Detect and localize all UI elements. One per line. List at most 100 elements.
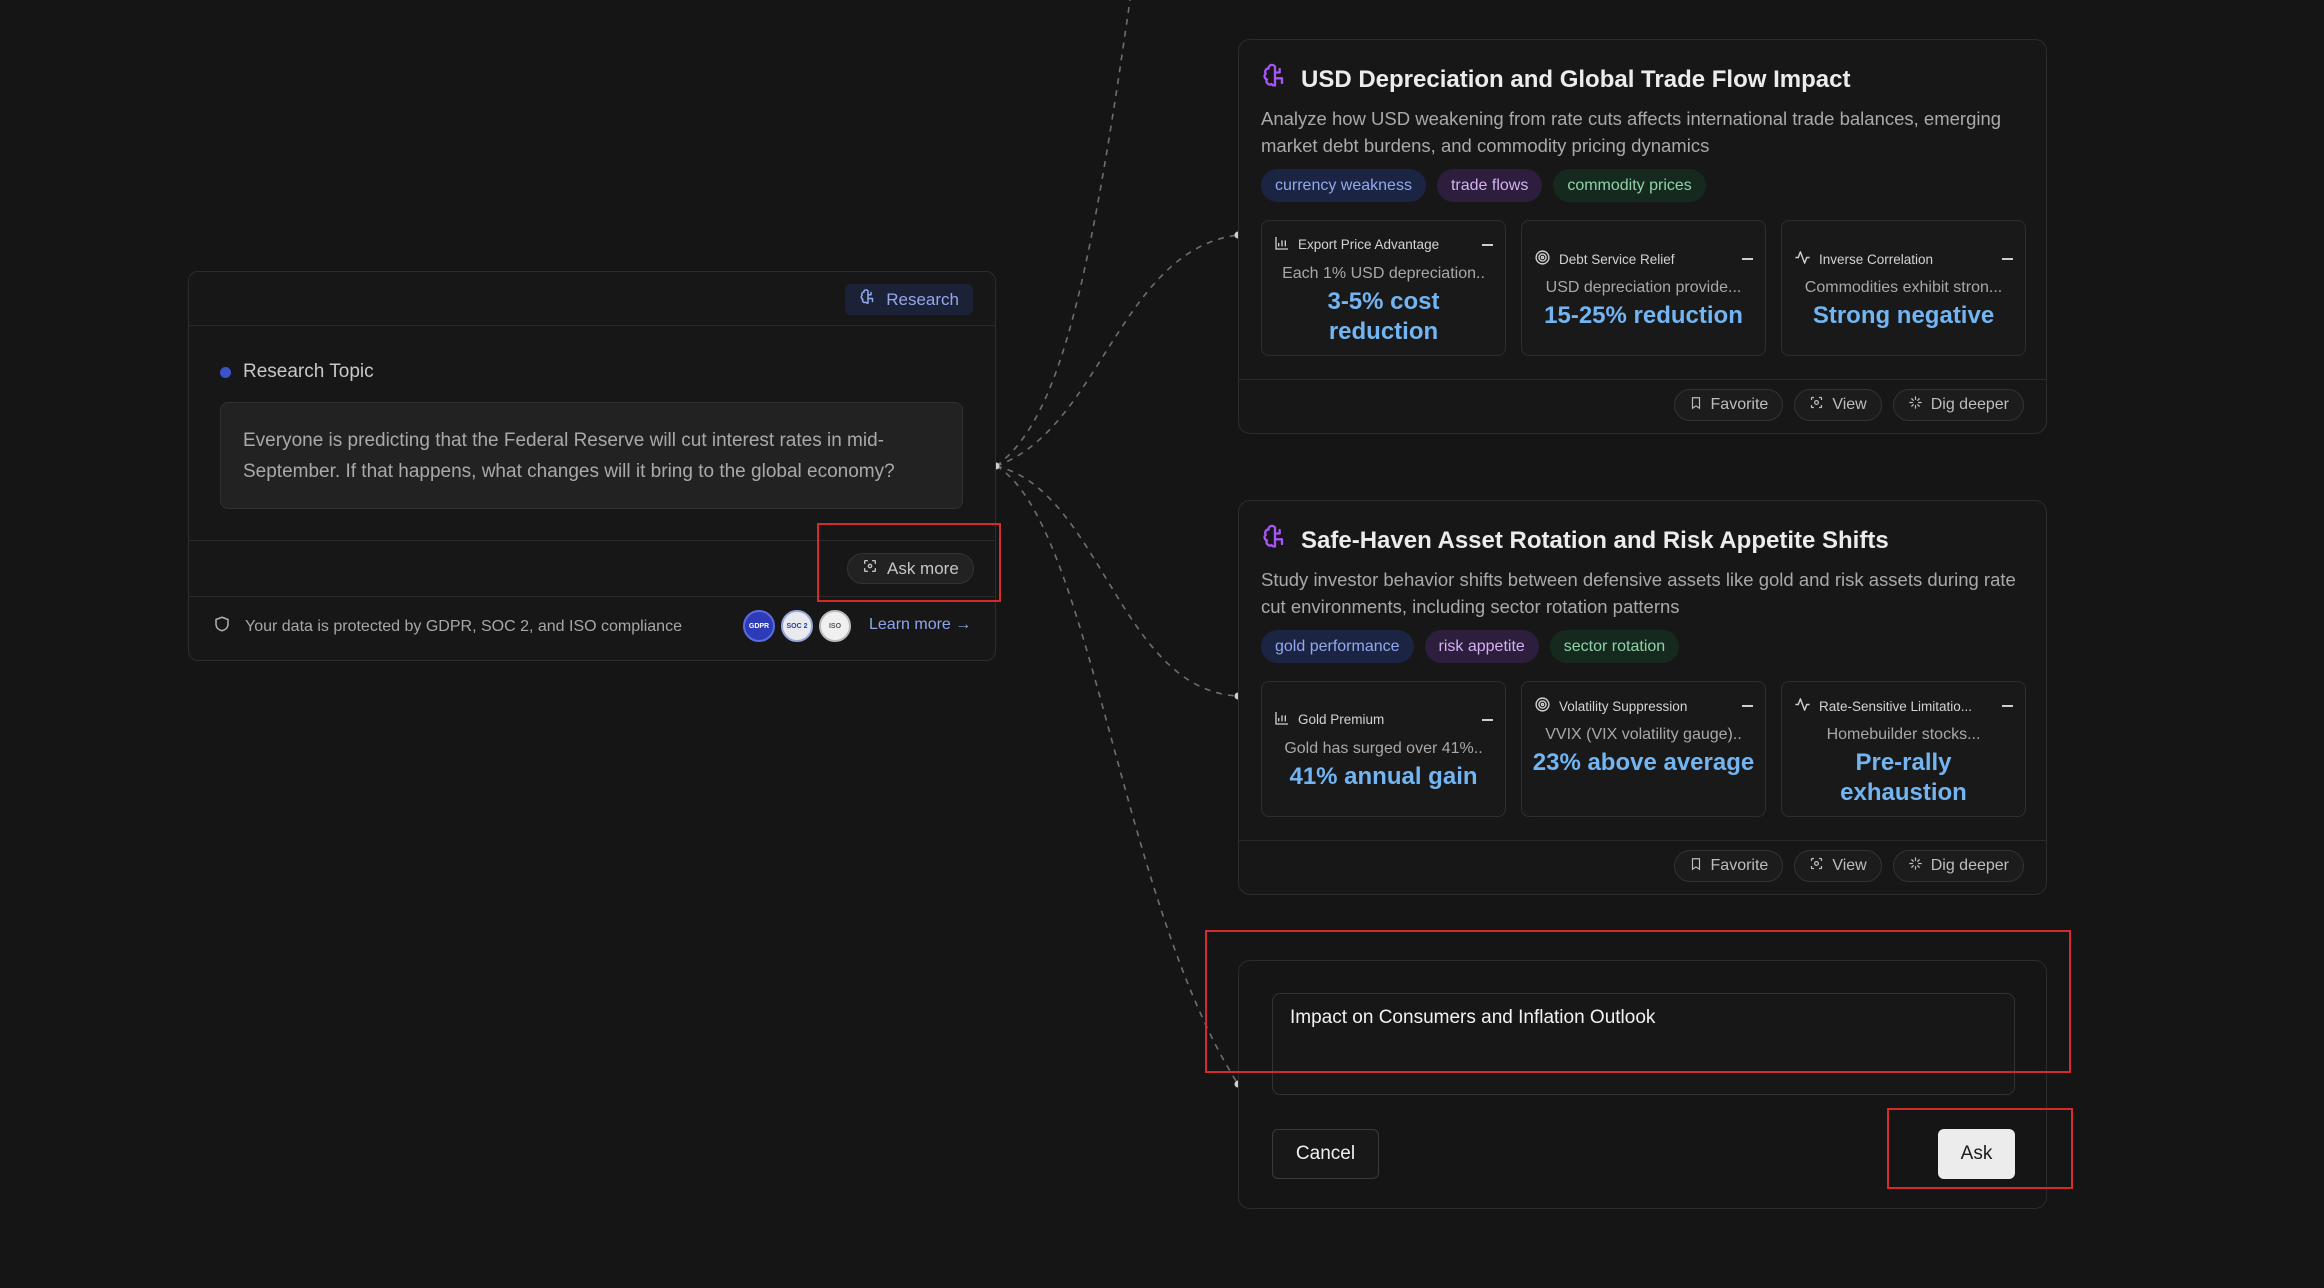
result-card: Safe-Haven Asset Rotation and Risk Appet… [1238,500,2047,895]
dig-deeper-label: Dig deeper [1930,396,2009,413]
bar-chart-icon [1274,710,1290,729]
card-title-text: USD Depreciation and Global Trade Flow I… [1301,65,1851,93]
divider [189,596,995,597]
ask-more-button[interactable]: Ask more [847,553,974,584]
view-icon [1809,395,1824,415]
soc2-badge-icon: SOC 2 [781,610,813,642]
tag-list: gold performance risk appetite sector ro… [1261,630,1680,663]
divider [1239,840,2046,841]
card-description: Analyze how USD weakening from rate cuts… [1261,108,2002,156]
tag[interactable]: sector rotation [1549,630,1680,663]
collapse-icon[interactable] [1742,258,1753,260]
brain-icon [859,288,877,311]
question-input[interactable]: Impact on Consumers and Inflation Outloo… [1272,993,2015,1095]
tag[interactable]: currency weakness [1261,169,1426,202]
brain-icon [1261,523,1289,558]
card-description: Study investor behavior shifts between d… [1261,569,2016,617]
metric-subtitle: Commodities exhibit stron... [1804,279,2003,296]
metric-subtitle: Each 1% USD depreciation.. [1282,265,1485,282]
card-actions: Favorite View Dig deeper [1673,389,2024,421]
metric-value: 41% annual gain [1289,763,1478,790]
gdpr-badge-icon: GDPR [743,610,775,642]
activity-icon [1794,696,1811,716]
metric-name: Volatility Suppression [1559,698,1688,714]
favorite-label: Favorite [1710,396,1769,413]
scan-icon [862,558,878,579]
compliance-badges: GDPR SOC 2 ISO [743,610,851,642]
view-button[interactable]: View [1794,850,1882,882]
research-topic-label: Research Topic [220,361,374,383]
cancel-button[interactable]: Cancel [1272,1129,1379,1179]
metric-name: Gold Premium [1298,712,1385,727]
sparkle-icon [1908,856,1923,876]
card-title: Safe-Haven Asset Rotation and Risk Appet… [1261,523,1889,558]
metric-value: 3-5% cost reduction [1327,288,1440,345]
divider [189,540,995,541]
metric-list: Gold Premium Gold has surged over 41%.. … [1261,681,2026,817]
collapse-icon[interactable] [1482,718,1493,721]
collapse-icon[interactable] [2002,705,2013,707]
brain-icon [1261,62,1289,97]
view-label: View [1832,396,1867,413]
bookmark-icon [1689,857,1703,876]
metric-list: Export Price Advantage Each 1% USD depre… [1261,220,2026,356]
activity-icon [1794,249,1811,269]
topic-label-text: Research Topic [243,361,374,382]
metric-card[interactable]: Rate-Sensitive Limitatio... Homebuilder … [1781,681,2026,817]
dig-deeper-label: Dig deeper [1930,857,2009,874]
metric-subtitle: Homebuilder stocks... [1826,726,1981,743]
iso-badge-icon: ISO [819,610,851,642]
tag[interactable]: gold performance [1261,630,1414,663]
metric-value: Pre-rally exhaustion [1840,749,1967,806]
favorite-button[interactable]: Favorite [1673,389,1784,421]
divider [1239,379,2046,380]
ask-button[interactable]: Ask [1938,1129,2015,1179]
tag[interactable]: commodity prices [1553,169,1706,202]
research-topic-text: Everyone is predicting that the Federal … [220,402,963,509]
bookmark-icon [1689,396,1703,415]
collapse-icon[interactable] [2002,258,2013,260]
tag[interactable]: risk appetite [1424,630,1539,663]
result-card: USD Depreciation and Global Trade Flow I… [1238,39,2047,434]
source-card-header: Research [189,272,995,326]
card-title-text: Safe-Haven Asset Rotation and Risk Appet… [1301,526,1889,554]
privacy-text: Your data is protected by GDPR, SOC 2, a… [245,617,682,635]
research-chip[interactable]: Research [845,284,973,315]
metric-card[interactable]: Export Price Advantage Each 1% USD depre… [1261,220,1506,356]
research-chip-label: Research [886,289,959,309]
metric-value: 15-25% reduction [1544,302,1743,329]
research-source-card: Research Research Topic Everyone is pred… [188,271,996,661]
metric-subtitle: Gold has surged over 41%.. [1284,740,1483,757]
metric-card[interactable]: Inverse Correlation Commodities exhibit … [1781,220,2026,356]
bar-chart-icon [1274,235,1290,254]
metric-subtitle: VVIX (VIX volatility gauge).. [1545,726,1742,743]
metric-name: Debt Service Relief [1559,251,1675,267]
target-icon [1534,249,1551,269]
view-label: View [1832,857,1867,874]
dig-deeper-button[interactable]: Dig deeper [1892,850,2024,882]
target-icon [1534,696,1551,716]
metric-name: Export Price Advantage [1298,237,1440,252]
privacy-notice: Your data is protected by GDPR, SOC 2, a… [213,614,682,639]
sparkle-icon [1908,395,1923,415]
dig-deeper-button[interactable]: Dig deeper [1892,389,2024,421]
card-title: USD Depreciation and Global Trade Flow I… [1261,62,1850,97]
metric-value: 23% above average [1532,749,1755,776]
favorite-button[interactable]: Favorite [1673,850,1784,882]
metric-card[interactable]: Debt Service Relief USD depreciation pro… [1521,220,1766,356]
tag-list: currency weakness trade flows commodity … [1261,169,1706,202]
metric-card[interactable]: Volatility Suppression VVIX (VIX volatil… [1521,681,1766,817]
metric-name: Inverse Correlation [1819,251,1934,267]
learn-more-link[interactable]: Learn more → [869,616,971,634]
view-icon [1809,856,1824,876]
view-button[interactable]: View [1794,389,1882,421]
favorite-label: Favorite [1710,857,1769,874]
ask-more-label: Ask more [887,558,959,578]
topic-dot-icon [220,366,231,378]
tag[interactable]: trade flows [1436,169,1543,202]
metric-card[interactable]: Gold Premium Gold has surged over 41%.. … [1261,681,1506,817]
card-actions: Favorite View Dig deeper [1673,850,2024,882]
collapse-icon[interactable] [1742,705,1753,707]
collapse-icon[interactable] [1482,243,1493,246]
metric-name: Rate-Sensitive Limitatio... [1819,698,1973,714]
